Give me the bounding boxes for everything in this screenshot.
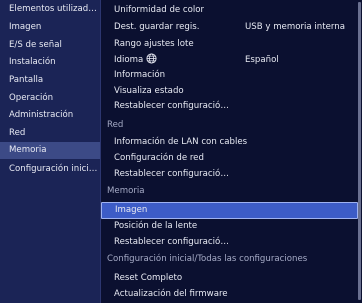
sidebar-item-installation[interactable]: Instalación [0,54,100,71]
sidebar-item-image[interactable]: Imagen [0,19,100,36]
menu-item-label: Reset Completo [114,273,183,283]
menu-item-lens-position[interactable]: Posición de la lente [101,218,358,235]
menu-item-reset-memory[interactable]: Restablecer configuración de... [101,234,358,251]
menu-item-label: Dest. guardar regis. [114,22,200,32]
sidebar-item-frequent[interactable]: Elementos utilizados fr... [0,1,100,18]
menu-item-label: Imagen [115,205,148,215]
sidebar-item-memory[interactable]: Memoria [0,142,100,159]
menu-item-network-config[interactable]: Configuración de red [101,150,358,167]
menu-item-reset-network[interactable]: Restablecer configuración de... [101,166,358,183]
menu-item-label: Rango ajustes lote [114,39,194,49]
projector-menu: Elementos utilizados fr... Imagen E/S de… [0,0,362,303]
sidebar-item-operation[interactable]: Operación [0,90,100,107]
menu-item-label: Uniformidad de color [114,5,205,15]
menu-item-label: Configuración de red [114,153,204,163]
sidebar-item-network[interactable]: Red [0,125,100,142]
settings-list: Uniformidad de color Dest. guardar regis… [101,0,362,303]
section-header-memory: Memoria [107,186,145,196]
menu-item-label: Posición de la lente [114,221,198,231]
menu-item-color-uniformity[interactable]: Uniformidad de color [101,2,358,19]
menu-item-label: Actualización del firmware [114,289,228,299]
sidebar-item-signal-io[interactable]: E/S de señal [0,37,100,54]
menu-item-label: Restablecer configuración de... [114,101,232,111]
menu-item-firmware-update[interactable]: Actualización del firmware [101,286,358,303]
menu-item-wired-lan-info[interactable]: Información de LAN con cables [101,134,358,151]
menu-item-memory-image[interactable]: Imagen [101,202,358,219]
menu-item-information[interactable]: Información [101,67,358,84]
menu-item-full-reset[interactable]: Reset Completo [101,270,358,287]
menu-item-label: Restablecer configuración de... [114,169,232,179]
section-header-initial-config: Configuración inicial/Todas las configur… [107,254,308,264]
menu-item-reset-settings[interactable]: Restablecer configuración de... [101,98,358,115]
menu-item-label: Información de LAN con cables [114,137,248,147]
menu-item-batch-settings-range[interactable]: Rango ajustes lote [101,36,358,53]
sidebar: Elementos utilizados fr... Imagen E/S de… [0,0,100,303]
sidebar-item-administration[interactable]: Administración [0,107,100,124]
sidebar-item-initial-config[interactable]: Configuración inicial/T... [0,161,100,178]
menu-item-label: Restablecer configuración de... [114,237,232,247]
globe-icon [146,53,157,64]
sidebar-item-display[interactable]: Pantalla [0,72,100,89]
language-label: Idioma [114,55,144,65]
menu-item-label: Información [114,70,166,80]
section-header-network: Red [107,120,124,130]
menu-item-value: USB y memoria interna [245,22,345,32]
scrollbar-thumb[interactable] [358,2,361,300]
menu-item-log-save-destination[interactable]: Dest. guardar regis. USB y memoria inter… [101,19,358,36]
